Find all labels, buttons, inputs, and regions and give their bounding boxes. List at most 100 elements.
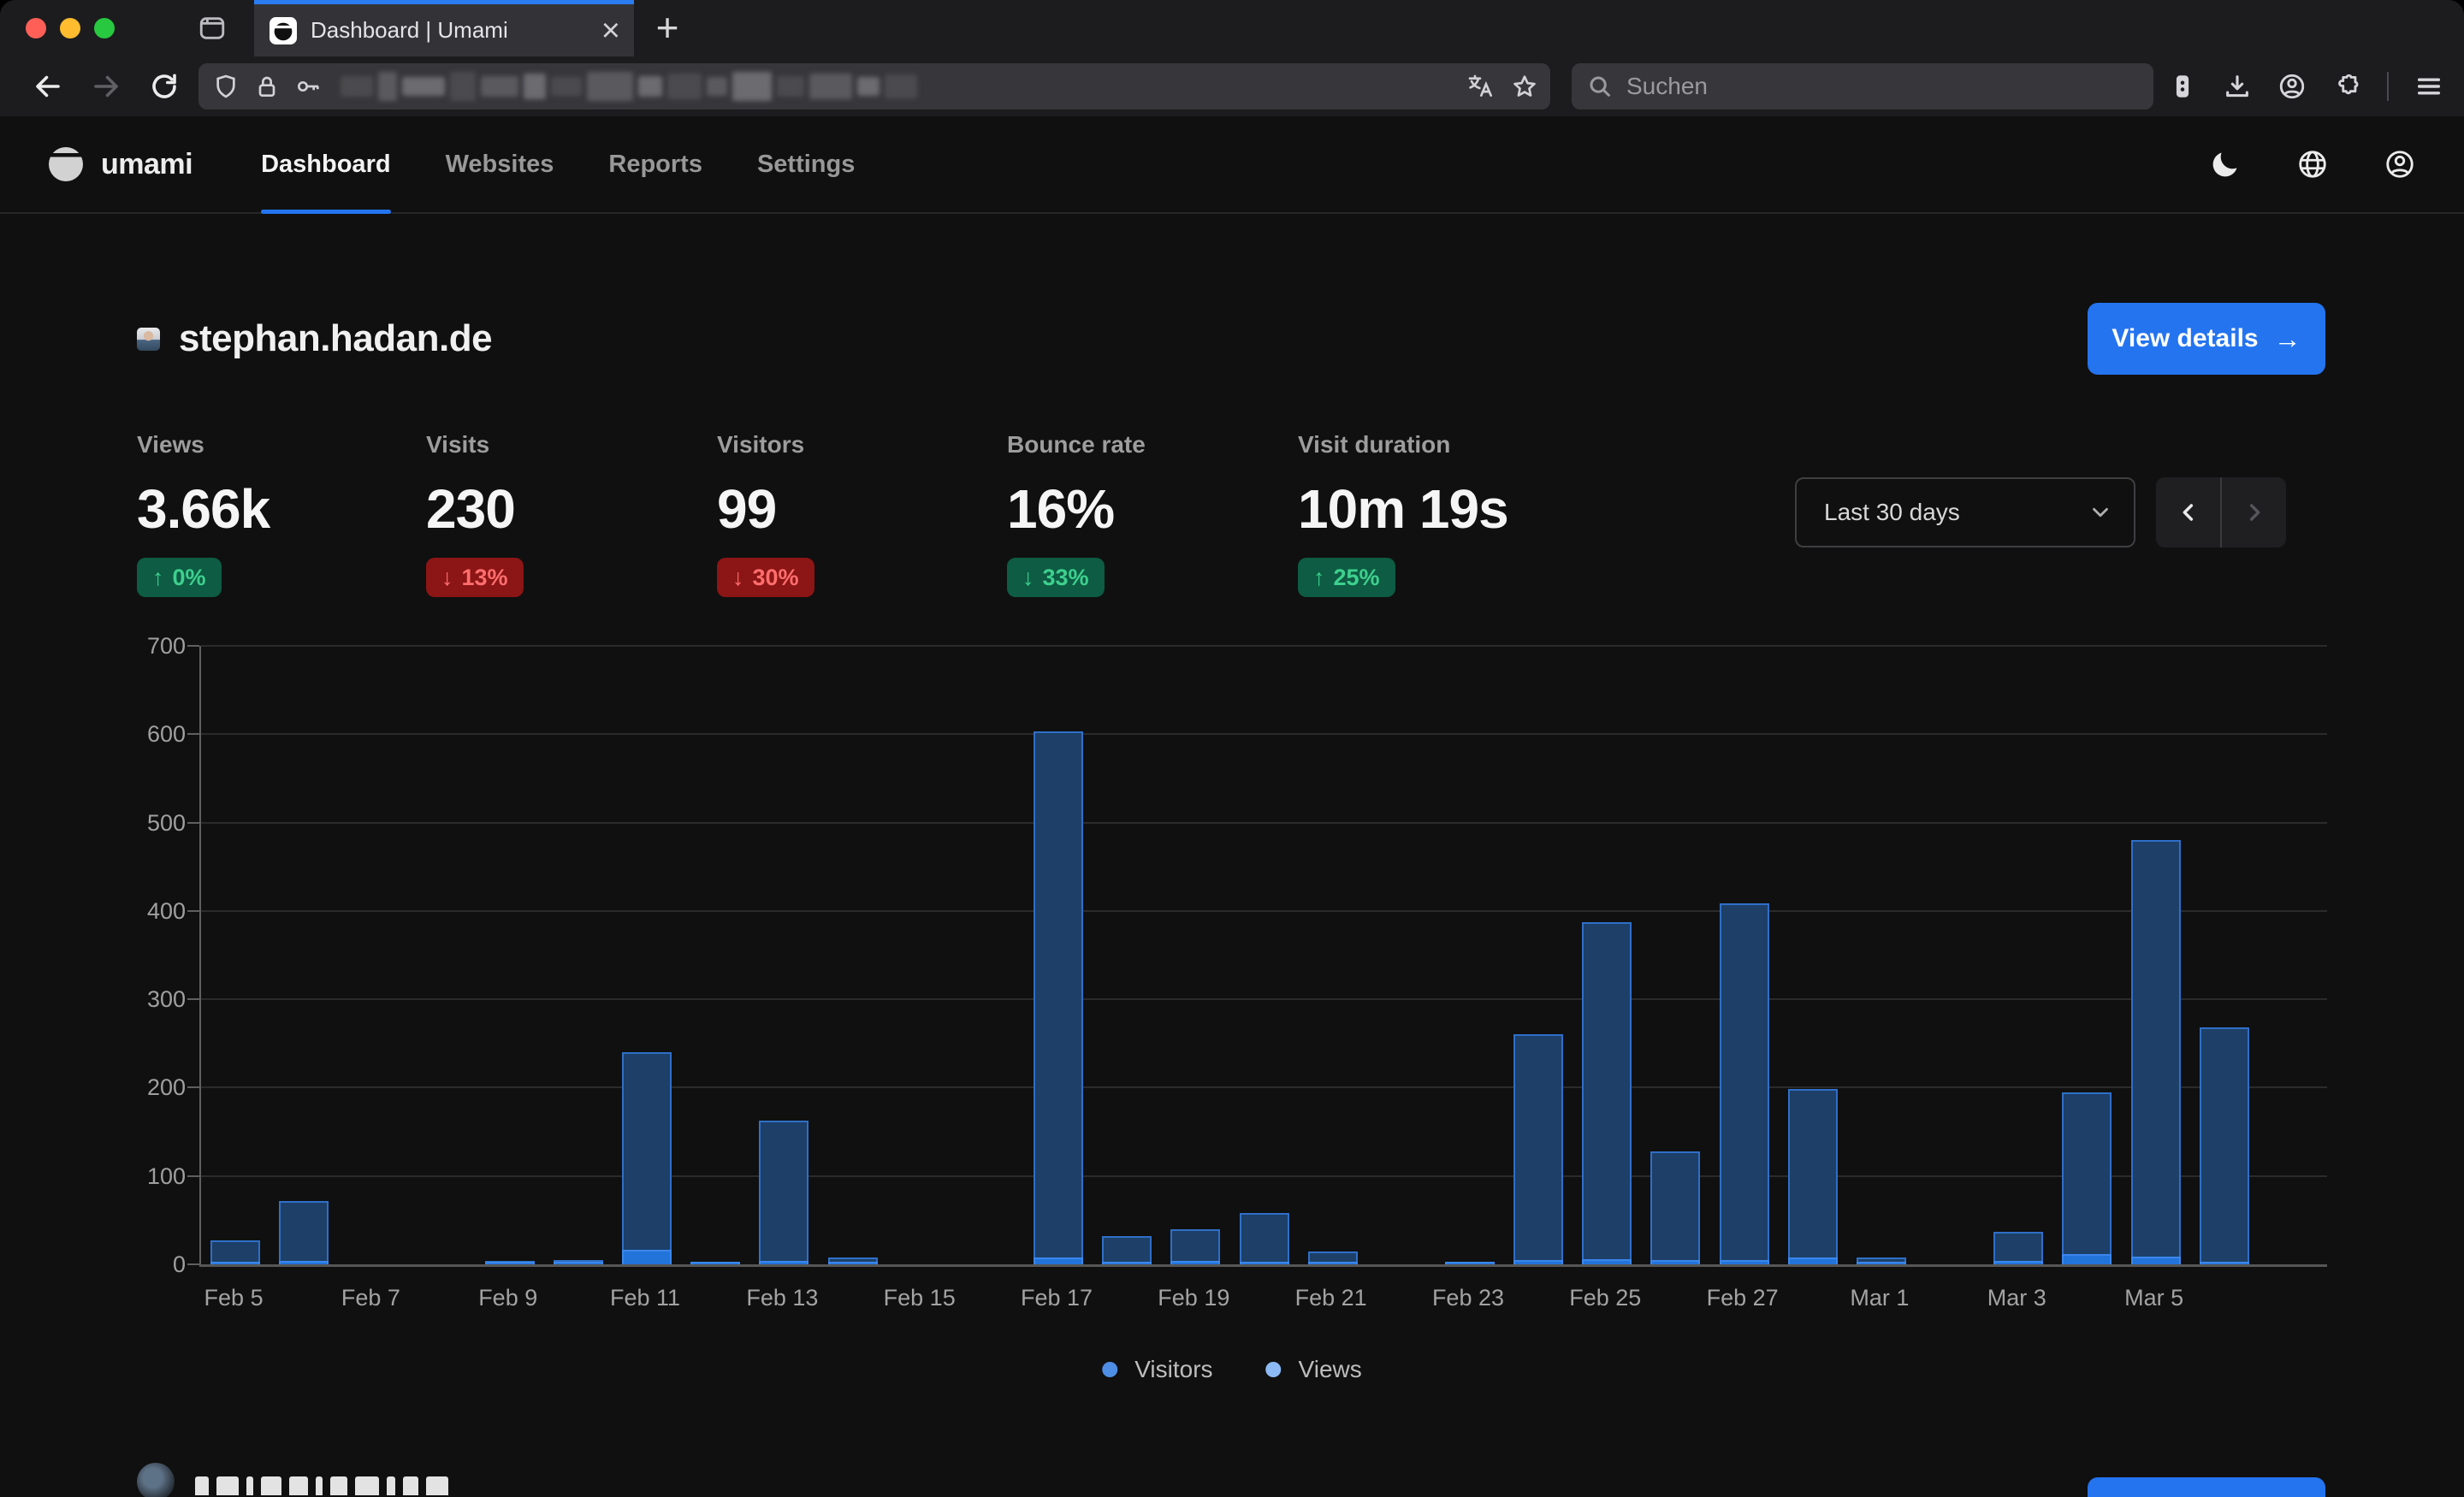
visitors-bar-Feb-19[interactable] [1170, 1261, 1220, 1264]
minimize-window-button[interactable] [60, 18, 80, 38]
extensions-puzzle-icon[interactable] [2332, 72, 2361, 101]
firefox-view-icon[interactable] [198, 14, 227, 43]
key-icon[interactable] [294, 73, 322, 100]
metric-visit-duration: Visit duration10m 19s↑25% [1298, 431, 1580, 597]
arrow-down-icon: ↓ [732, 565, 744, 591]
nav-item-settings[interactable]: Settings [757, 116, 855, 212]
website-name: stephan.hadan.de [179, 317, 492, 360]
views-bar-Feb-13[interactable] [759, 1121, 808, 1264]
visitors-bar-Feb-21[interactable] [1308, 1262, 1358, 1264]
views-bar-Mar-4[interactable] [2062, 1092, 2112, 1264]
views-bar-Feb-26[interactable] [1650, 1151, 1700, 1264]
forward-icon[interactable] [91, 71, 121, 102]
lock-icon[interactable] [253, 73, 281, 100]
bookmark-star-icon[interactable] [1511, 73, 1538, 100]
visitors-bar-Mar-6[interactable] [2200, 1262, 2249, 1264]
visitors-bar-Feb-25[interactable] [1582, 1259, 1632, 1264]
window-controls [26, 18, 115, 38]
views-bar-Mar-3[interactable] [1993, 1232, 2043, 1264]
date-range-select[interactable]: Last 30 days [1795, 477, 2135, 547]
visitors-bar-Feb-13[interactable] [759, 1261, 808, 1264]
umami-brand[interactable]: umami [48, 146, 192, 182]
legend-item-views[interactable]: Views [1266, 1356, 1362, 1383]
previous-period-button[interactable] [2156, 477, 2220, 547]
url-bar[interactable] [198, 63, 1550, 109]
y-axis-tick [187, 1263, 199, 1265]
visitors-bar-Feb-12[interactable] [690, 1262, 740, 1264]
views-bar-Feb-19[interactable] [1170, 1229, 1220, 1264]
views-bar-Feb-18[interactable] [1102, 1236, 1152, 1264]
new-tab-button[interactable]: + [647, 7, 688, 48]
visitors-bar-Feb-6[interactable] [279, 1261, 329, 1264]
tab-dashboard-umami[interactable]: Dashboard | Umami × [254, 0, 634, 56]
views-bar-Feb-5[interactable] [210, 1240, 260, 1264]
visitors-bar-Feb-5[interactable] [210, 1262, 260, 1264]
profile-icon[interactable] [2384, 148, 2416, 180]
views-bar-Mar-6[interactable] [2200, 1027, 2249, 1264]
visitors-bar-Feb-26[interactable] [1650, 1260, 1700, 1264]
downloads-icon[interactable] [2223, 72, 2252, 101]
visitors-bar-Feb-9[interactable] [485, 1262, 535, 1264]
visitors-bar-Feb-10[interactable] [554, 1262, 603, 1264]
arrow-right-icon: → [2274, 323, 2301, 355]
theme-moon-icon[interactable] [2209, 148, 2242, 180]
app-header: umami Dashboard Websites Reports Settings [0, 116, 2464, 214]
browser-window: Dashboard | Umami × + [0, 0, 2464, 1497]
app-menu-icon[interactable] [2414, 72, 2443, 101]
views-bar-Feb-24[interactable] [1513, 1034, 1563, 1264]
legend-item-visitors[interactable]: Visitors [1102, 1356, 1212, 1383]
zoom-window-button[interactable] [94, 18, 115, 38]
search-bar[interactable] [1572, 63, 2153, 109]
visitors-bar-Feb-20[interactable] [1240, 1262, 1289, 1264]
visitors-bar-Feb-24[interactable] [1513, 1260, 1563, 1264]
visitors-bar-Mar-3[interactable] [1993, 1261, 2043, 1264]
account-icon[interactable] [2277, 72, 2307, 101]
views-bar-Feb-20[interactable] [1240, 1213, 1289, 1264]
close-window-button[interactable] [26, 18, 46, 38]
legend-label: Views [1299, 1356, 1362, 1383]
nav-item-reports[interactable]: Reports [608, 116, 702, 212]
views-bar-Mar-5[interactable] [2131, 840, 2181, 1264]
y-axis-tick [187, 733, 199, 735]
visitors-bar-Feb-11[interactable] [622, 1250, 672, 1264]
visitors-bar-Mar-4[interactable] [2062, 1254, 2112, 1264]
chart-gridline [201, 1086, 2327, 1088]
views-bar-Feb-25[interactable] [1582, 922, 1632, 1264]
views-bar-Feb-17[interactable] [1034, 731, 1083, 1264]
visitors-bar-Mar-1[interactable] [1857, 1262, 1906, 1264]
x-axis-label: Feb 17 [997, 1285, 1116, 1311]
y-axis-label: 500 [124, 810, 186, 837]
visitors-bar-Feb-14[interactable] [828, 1262, 878, 1264]
tab-close-icon[interactable]: × [601, 15, 620, 47]
visitors-bar-Feb-17[interactable] [1034, 1257, 1083, 1264]
website-header: stephan.hadan.de [137, 303, 492, 375]
visitors-bar-Mar-5[interactable] [2131, 1257, 2181, 1264]
views-bar-Feb-27[interactable] [1720, 903, 1769, 1264]
arrow-down-icon: ↓ [1022, 565, 1034, 591]
translate-icon[interactable] [1466, 73, 1494, 100]
view-details-button[interactable]: View details → [2088, 303, 2325, 375]
y-axis-label: 600 [124, 721, 186, 748]
visitors-bar-Feb-28[interactable] [1788, 1257, 1838, 1264]
views-bar-Feb-28[interactable] [1788, 1089, 1838, 1264]
visitors-bar-Feb-18[interactable] [1102, 1262, 1152, 1264]
nav-item-websites[interactable]: Websites [446, 116, 554, 212]
views-bar-Feb-6[interactable] [279, 1201, 329, 1264]
toolbar-right-icons [2168, 56, 2443, 116]
app-nav: Dashboard Websites Reports Settings [261, 116, 855, 212]
views-bar-Feb-11[interactable] [622, 1052, 672, 1264]
tracking-shield-icon[interactable] [212, 73, 240, 100]
reload-icon[interactable] [149, 71, 180, 102]
password-manager-extension-icon[interactable] [2168, 72, 2197, 101]
visitors-bar-Feb-23[interactable] [1445, 1262, 1495, 1264]
search-input[interactable] [1625, 72, 2090, 101]
metric-visits: Visits230↓13% [426, 431, 708, 597]
back-icon[interactable] [33, 71, 63, 102]
next-view-details-button-cutoff[interactable] [2088, 1477, 2325, 1497]
visitors-bar-Feb-27[interactable] [1720, 1260, 1769, 1264]
next-period-button[interactable] [2222, 477, 2286, 547]
y-axis-tick [187, 645, 199, 647]
language-globe-icon[interactable] [2296, 148, 2329, 180]
metric-visitors: Visitors99↓30% [717, 431, 999, 597]
nav-item-dashboard[interactable]: Dashboard [261, 116, 390, 212]
